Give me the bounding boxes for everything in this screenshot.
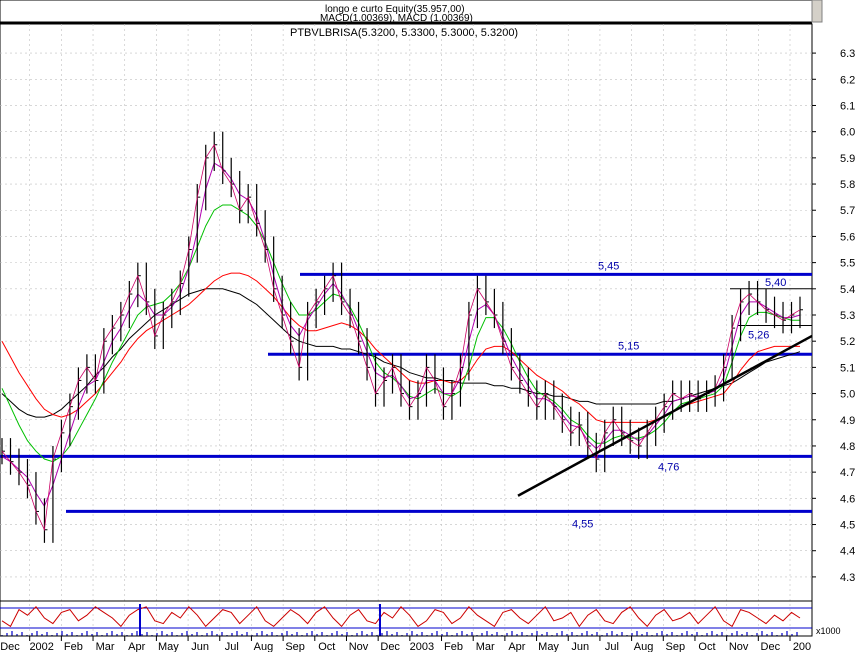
x-tick-label: Apr [128,641,145,652]
oscillator-panel [0,604,812,636]
volume-bars [1,631,798,636]
header-scroll-up[interactable] [811,0,823,23]
macd-header: MACD(1.00369), MACD (1.00369) [320,13,473,24]
chart-canvas: longo e curto Equity(35.957,00) MACD(1.0… [0,0,855,653]
stochastic-line [1,605,801,628]
y-tick-label: 4.5 [840,520,855,532]
x-tick-label: Jun [191,641,209,652]
y-tick-label: 6.3 [840,48,855,60]
x-tick-label: Sep [285,641,305,652]
x-tick-label: May [538,641,559,652]
y-tick-label: 5.9 [840,153,855,165]
x-tick-label: Mar [476,641,495,652]
x-tick-label: Feb [64,641,83,652]
y-tick-label: 6.0 [840,127,855,139]
grid-layer [0,24,812,636]
x-tick-label: 200 [793,641,811,652]
x-tick-label: 2003 [410,641,434,652]
y-axis: 6.3 6.2 6.1 6.0 5.9 5.8 5.7 5.6 5.5 5.4 5.3 5.2 5.1 5… [812,48,855,584]
price-chart: longo e curto Equity(35.957,00) MACD(1.0… [0,0,859,653]
y-tick-label: 4.6 [840,493,855,505]
x-tick-label: Dec [380,641,400,652]
x-tick-label: Jul [605,641,619,652]
y-tick-label: 5.1 [840,362,855,374]
chart-title: PTBVLBRISA(5.3200, 5.3300, 5.3000, 5.320… [290,27,518,39]
x-tick-label: 2002 [29,641,53,652]
y-tick-label: 4.3 [840,572,855,584]
series-ma-green [1,204,800,463]
y-tick-label: 5.4 [840,284,855,296]
x-tick-label: May [158,641,179,652]
y-tick-label: 5.0 [840,389,855,401]
x-tick-label: Nov [729,641,749,652]
x-axis: Dec 2002 Feb Mar Apr May Jun Jul Aug Sep Oct Nov Dec… [0,636,811,653]
y-tick-label: 6.1 [840,100,855,112]
y-tick-label: 5.5 [840,258,855,270]
x-tick-label: Apr [508,641,525,652]
y-tick-label: 5.6 [840,231,855,243]
level-label: 5,45 [598,260,619,272]
x-tick-label: Nov [349,641,369,652]
x-tick-label: Feb [444,641,463,652]
x-tick-label: Oct [318,641,335,652]
y-tick-label: 4.7 [840,467,855,479]
x-tick-label: Jun [571,641,589,652]
x-tick-label: Sep [665,641,685,652]
x-tick-label: Aug [634,641,654,652]
plot-frame [0,23,813,637]
series-layer [1,131,803,543]
y-tick-label: 4.9 [840,415,855,427]
x-tick-label: Mar [96,641,115,652]
level-label: 5,26 [748,329,769,341]
level-label: 5,15 [618,340,639,352]
y-tick-label: 5.8 [840,179,855,191]
series-ma-magenta [1,162,801,508]
x-tick-label: Oct [698,641,715,652]
volume-axis-label: x1000 [816,626,841,636]
x-tick-label: Dec [0,641,20,652]
x-tick-label: Aug [254,641,274,652]
y-tick-label: 5.2 [840,336,855,348]
y-tick-label: 4.4 [840,546,855,558]
level-label: 4,55 [572,518,593,530]
y-tick-label: 5.7 [840,205,855,217]
y-tick-label: 5.3 [840,310,855,322]
y-tick-label: 6.2 [840,74,855,86]
y-tick-label: 4.8 [840,441,855,453]
level-label: 5,40 [765,277,786,289]
x-tick-label: Dec [761,641,781,652]
x-tick-label: Jul [225,641,239,652]
level-label: 4,76 [658,461,679,473]
